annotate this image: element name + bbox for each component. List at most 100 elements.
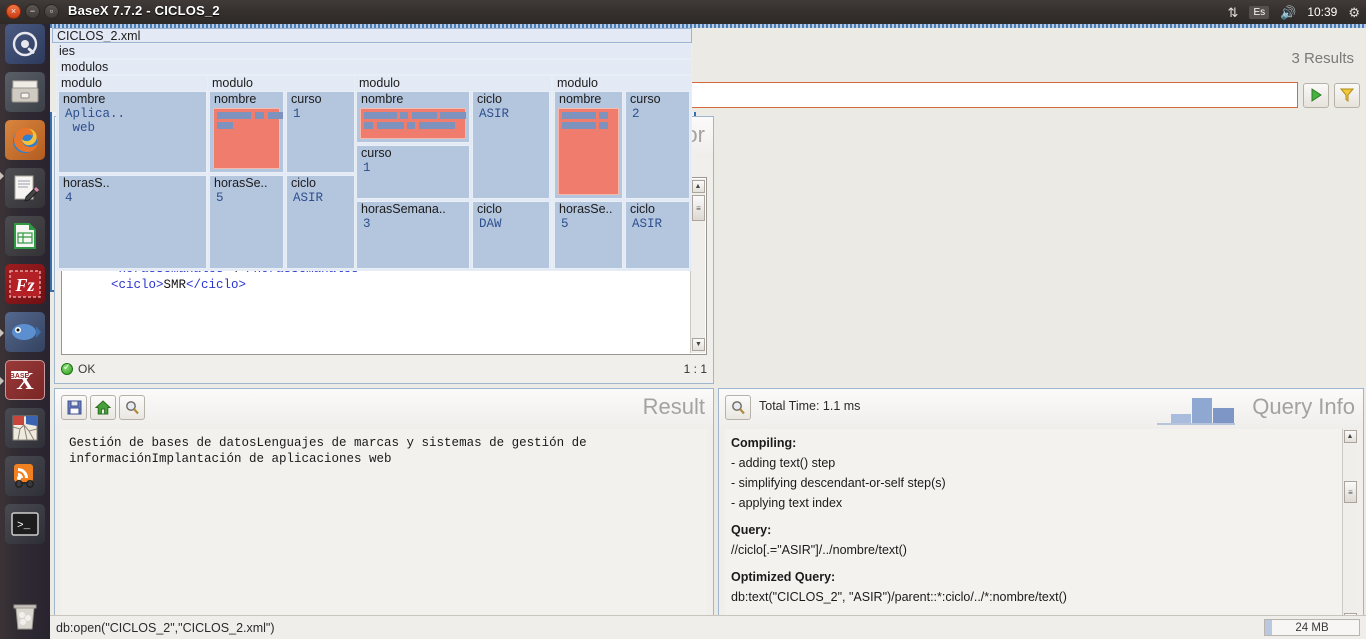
map-view-panel[interactable]: CICLOS_2.xml ies modulos modulo nombre A… <box>50 24 1366 292</box>
map-field-horas-2[interactable]: horasSe.. 5 <box>209 175 284 269</box>
scroll-down-arrow-icon[interactable]: ▼ <box>692 338 705 351</box>
volume-icon[interactable]: 🔊 <box>1280 6 1296 19</box>
launcher-item-ubuntu-dash[interactable] <box>5 24 45 64</box>
rss-reader-icon <box>5 456 45 496</box>
query-info-line: db:text("CICLOS_2", "ASIR")/parent::*:ci… <box>731 590 1067 604</box>
map-field-value: Aplica.. web <box>65 107 126 135</box>
map-file-node[interactable]: CICLOS_2.xml <box>52 28 692 43</box>
query-info-heading: Compiling: <box>731 436 797 450</box>
map-field-label: ciclo <box>630 202 656 216</box>
launcher-item-basex[interactable]: X BASE <box>5 360 45 400</box>
files-icon <box>5 72 45 112</box>
query-info-header: Total Time: 1.1 ms Query Info <box>719 389 1363 429</box>
query-info-line: - simplifying descendant-or-self step(s) <box>731 476 946 490</box>
map-highlight-block <box>558 108 619 195</box>
editor-caret-position: 1 : 1 <box>683 362 707 376</box>
map-field-nombre-3[interactable]: nombre <box>356 91 470 143</box>
map-field-value: 5 <box>561 217 569 231</box>
memory-indicator[interactable]: 24 MB <box>1264 619 1360 636</box>
keyboard-layout-indicator[interactable]: Es <box>1249 5 1270 19</box>
launcher-item-text-editor[interactable] <box>5 168 45 208</box>
scroll-up-arrow-icon[interactable]: ▲ <box>691 180 705 193</box>
map-highlight-block <box>213 108 283 169</box>
map-field-nombre[interactable]: nombre Aplica.. web <box>58 91 207 173</box>
results-count-label: 3 Results <box>1291 50 1354 67</box>
map-root-node[interactable]: ies <box>54 43 692 59</box>
map-field-label: horasSemana.. <box>361 202 446 216</box>
gear-icon[interactable]: ⚙ <box>1348 6 1360 19</box>
query-info-body[interactable]: Compiling: - adding text() step - simplify… <box>725 429 1357 628</box>
launcher-item-terminal[interactable]: >_ <box>5 504 45 544</box>
unity-top-panel: × − ▫ BaseX 7.7.2 - CICLOS_2 ⇅ Es 🔊 10:3… <box>0 0 1366 24</box>
map-field-label: nombre <box>214 92 257 106</box>
query-total-time: Total Time: 1.1 ms <box>759 399 861 413</box>
scroll-thumb[interactable]: ≡ <box>692 195 705 221</box>
run-query-button[interactable] <box>1303 82 1329 108</box>
launcher-running-indicator-basex <box>0 377 4 385</box>
editor-vertical-scrollbar[interactable]: ▲ ≡ ▼ <box>690 179 705 353</box>
scroll-up-arrow-icon[interactable]: ▲ <box>1343 430 1357 443</box>
map-field-value: 3 <box>363 217 371 231</box>
query-info-bar-chart <box>1157 397 1235 425</box>
save-result-icon[interactable] <box>61 395 87 420</box>
map-field-nombre-4[interactable]: nombre <box>554 91 623 199</box>
map-field-horas[interactable]: horasS.. 4 <box>58 175 207 269</box>
basex-icon: X BASE <box>5 360 45 400</box>
network-updown-icon[interactable]: ⇅ <box>1228 6 1239 19</box>
text-editor-icon <box>5 168 45 208</box>
ubuntu-dash-icon <box>5 24 45 64</box>
map-container-label: modulos <box>61 60 109 74</box>
window-title: BaseX 7.7.2 - CICLOS_2 <box>68 3 220 18</box>
filter-results-button[interactable] <box>1334 82 1360 108</box>
window-maximize-button[interactable]: ▫ <box>44 4 59 19</box>
svg-text:Fz: Fz <box>14 275 34 295</box>
find-icon[interactable] <box>119 395 145 420</box>
launcher-running-indicator-firefox <box>0 172 4 180</box>
find-icon[interactable] <box>725 395 751 420</box>
map-field-label: horasSe.. <box>559 202 613 216</box>
map-field-horas-4[interactable]: horasSe.. 5 <box>554 201 623 269</box>
query-info-panel: Total Time: 1.1 ms Query Info Compiling:… <box>718 388 1364 635</box>
query-info-line: - applying text index <box>731 496 843 510</box>
map-container-node[interactable]: modulos <box>56 59 692 75</box>
map-field-label: horasSe.. <box>214 176 268 190</box>
launcher-item-filezilla[interactable]: Fz <box>5 264 45 304</box>
editor-code-line: <ciclo>SMR</ciclo> <box>111 278 247 292</box>
result-body[interactable]: Gestión de bases de datosLenguajes de ma… <box>61 429 707 628</box>
unity-launcher: Fz X BASE >_ <box>0 24 50 639</box>
svg-text:BASE: BASE <box>10 373 30 380</box>
map-field-horas-3[interactable]: horasSemana.. 3 <box>356 201 470 269</box>
map-field-curso-2[interactable]: curso 1 <box>286 91 359 173</box>
launcher-item-rss-reader[interactable] <box>5 456 45 496</box>
map-module-label: modulo <box>359 76 400 90</box>
launcher-item-firefox[interactable] <box>5 120 45 160</box>
map-field-label: ciclo <box>477 202 503 216</box>
result-panel: Result Gestión de bases de datosLenguaje… <box>54 388 714 635</box>
map-field-curso-3[interactable]: curso 1 <box>356 145 470 199</box>
map-field-ciclo-3a[interactable]: ciclo ASIR <box>472 91 550 199</box>
clock[interactable]: 10:39 <box>1307 5 1337 19</box>
launcher-item-mosaic[interactable] <box>5 408 45 448</box>
query-info-scrollbar[interactable]: ▲ ≡ ▼ <box>1342 429 1357 628</box>
map-field-nombre-2[interactable]: nombre <box>209 91 284 173</box>
launcher-item-trash[interactable] <box>5 596 45 636</box>
map-field-curso-4[interactable]: curso 2 <box>625 91 690 199</box>
map-module-label: modulo <box>61 76 102 90</box>
map-file-label: CICLOS_2.xml <box>57 29 141 43</box>
map-field-ciclo-2[interactable]: ciclo ASIR <box>286 175 359 269</box>
map-field-value: ASIR <box>632 217 663 231</box>
launcher-item-bluefish[interactable] <box>5 312 45 352</box>
filezilla-icon: Fz <box>5 264 45 304</box>
window-controls[interactable]: × − ▫ <box>6 4 59 19</box>
window-minimize-button[interactable]: − <box>25 4 40 19</box>
launcher-item-files[interactable] <box>5 72 45 112</box>
scroll-thumb[interactable]: ≡ <box>1344 481 1357 503</box>
launcher-item-libreoffice-calc[interactable] <box>5 216 45 256</box>
editor-status-bar: OK 1 : 1 <box>61 359 707 379</box>
home-icon[interactable] <box>90 395 116 420</box>
terminal-icon: >_ <box>5 504 45 544</box>
map-field-ciclo-3b[interactable]: ciclo DAW <box>472 201 550 269</box>
window-close-button[interactable]: × <box>6 4 21 19</box>
launcher-running-indicator-bluefish <box>0 329 4 337</box>
map-field-ciclo-4[interactable]: ciclo ASIR <box>625 201 690 269</box>
